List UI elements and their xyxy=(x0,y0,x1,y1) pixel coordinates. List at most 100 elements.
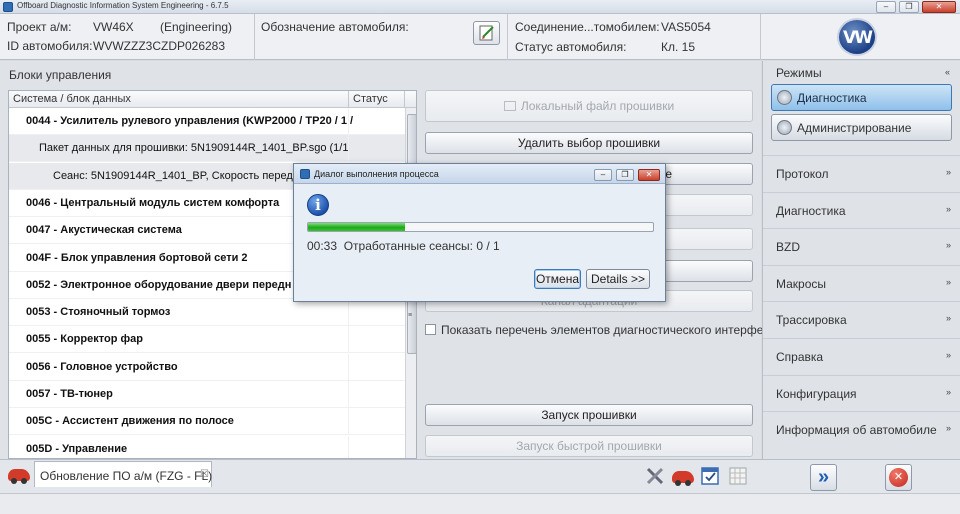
elapsed-time: 00:33 xyxy=(307,239,338,253)
project-label: Проект а/м: xyxy=(7,20,72,34)
sidebar-section[interactable]: Протокол » xyxy=(763,155,960,191)
vehicle-status-value: Кл. 15 xyxy=(661,40,696,54)
edit-designation-button[interactable] xyxy=(473,21,500,45)
vin-value: WVWZZZ3CZDP026283 xyxy=(93,39,226,53)
next-icon: » xyxy=(817,466,830,488)
column-header-status[interactable]: Статус xyxy=(348,91,392,108)
next-button[interactable]: » xyxy=(810,464,837,491)
dialog-title: Диалог выполнения процесса xyxy=(314,169,439,179)
sidebar-section[interactable]: Диагностика » xyxy=(763,191,960,228)
sidebar-section[interactable]: Конфигурация » xyxy=(763,374,960,411)
table-row[interactable]: 0044 - Усилитель рулевого управления (KW… xyxy=(9,108,405,135)
row-status-cell xyxy=(348,135,349,163)
header-designation-cell: Обозначение автомобиля: xyxy=(255,14,508,60)
progress-bar xyxy=(307,222,654,232)
bottom-toolbar: Обновление ПО а/м (FZG - FL) ☒ » ✕ xyxy=(0,459,960,493)
chevron-down-icon: » xyxy=(945,386,951,397)
chevron-down-icon: » xyxy=(945,423,951,434)
sidebar-section-label: Трассировка xyxy=(776,313,847,328)
modes-sidebar: Режимы « Диагностика Администрирование П… xyxy=(762,61,960,459)
sidebar-section-label: Макросы xyxy=(776,276,827,291)
sidebar-section[interactable]: Макросы » xyxy=(763,264,960,301)
restore-button[interactable]: ❐ xyxy=(899,1,919,13)
project-value: VW46X xyxy=(93,20,134,34)
row-status-cell xyxy=(348,108,349,135)
edit-icon xyxy=(479,25,494,41)
modes-collapse-icon[interactable]: « xyxy=(945,67,950,77)
control-units-title: Блоки управления xyxy=(9,68,112,82)
table-row[interactable]: 005C - Ассистент движения по полосе xyxy=(9,408,405,436)
remove-selection-button[interactable]: Удалить выбор прошивки xyxy=(425,132,753,154)
vehicle-icon[interactable] xyxy=(672,471,694,486)
sidebar-section-label: Справка xyxy=(776,350,824,364)
grid-icon[interactable] xyxy=(728,466,748,486)
chevron-down-icon: » xyxy=(945,276,951,287)
chevron-down-icon: » xyxy=(945,167,951,177)
vin-label: ID автомобиля: xyxy=(7,39,93,53)
connection-value: VAS5054 xyxy=(661,20,711,34)
header-connection-cell: Соединение...томобилем: VAS5054 Статус а… xyxy=(508,14,761,60)
close-window-button[interactable]: ✕ xyxy=(922,1,956,13)
table-row[interactable]: 0055 - Корректор фар xyxy=(9,326,405,354)
checklist-icon[interactable] xyxy=(700,466,720,486)
gear-icon xyxy=(777,120,792,135)
table-row[interactable]: 0053 - Стояночный тормоз xyxy=(9,299,405,327)
close-icon: ✕ xyxy=(889,468,908,487)
column-header-system[interactable]: Система / блок данных xyxy=(13,93,131,105)
mode-administration-button[interactable]: Администрирование xyxy=(771,114,952,141)
project-mode: (Engineering) xyxy=(160,20,233,34)
sidebar-section[interactable]: Справка » xyxy=(763,338,960,374)
start-quick-flash-button[interactable]: Запуск быстрой прошивки xyxy=(425,435,753,457)
chevron-down-icon: » xyxy=(945,350,951,360)
dialog-close-button[interactable]: ✕ xyxy=(638,169,660,181)
car-icon[interactable] xyxy=(8,469,30,484)
connection-label: Соединение...томобилем: xyxy=(515,20,660,34)
mode-diagnostics-label: Диагностика xyxy=(797,91,867,105)
table-row[interactable]: Пакет данных для прошивки: 5N1909144R_14… xyxy=(9,135,405,163)
row-status-cell xyxy=(348,326,349,354)
start-flash-button[interactable]: Запуск прошивки xyxy=(425,404,753,426)
tools-icon[interactable] xyxy=(645,466,665,486)
vehicle-header: Проект а/м: VW46X (Engineering) ID автом… xyxy=(0,14,960,60)
tab-close-icon[interactable]: ☒ xyxy=(200,469,209,480)
designation-label: Обозначение автомобиля: xyxy=(261,20,409,34)
dialog-restore-button[interactable]: ❐ xyxy=(616,169,634,181)
scroll-grip-icon: ≡ xyxy=(408,312,413,319)
row-status-cell xyxy=(348,435,349,458)
sidebar-section-label: Конфигурация xyxy=(776,386,857,401)
header-project-cell: Проект а/м: VW46X (Engineering) ID автом… xyxy=(0,14,255,60)
file-icon xyxy=(503,101,516,111)
local-file-button[interactable]: Локальный файл прошивки xyxy=(425,90,753,122)
table-row[interactable]: 0057 - ТВ-тюнер xyxy=(9,381,405,408)
progress-dialog: Диалог выполнения процесса – ❐ ✕ i 00:33… xyxy=(293,163,666,302)
chevron-down-icon: » xyxy=(945,313,951,324)
progress-fill xyxy=(308,223,405,231)
window-titlebar: Offboard Diagnostic Information System E… xyxy=(0,0,960,14)
cancel-button[interactable]: Отмена xyxy=(534,269,581,289)
chevron-down-icon: » xyxy=(945,240,951,251)
table-row[interactable]: 005D - Управление xyxy=(9,435,405,458)
exit-button[interactable]: ✕ xyxy=(885,464,912,491)
local-file-label: Локальный файл прошивки xyxy=(520,99,675,113)
vehicle-status-label: Статус автомобиля: xyxy=(515,40,627,54)
mode-diagnostics-button[interactable]: Диагностика xyxy=(771,84,952,111)
sidebar-section[interactable]: BZD » xyxy=(763,228,960,264)
details-button[interactable]: Details >> xyxy=(586,269,650,289)
dialog-titlebar: Диалог выполнения процесса – ❐ ✕ xyxy=(294,164,665,184)
sidebar-section-label: Информация об автомобиле xyxy=(776,423,937,438)
sidebar-section-label: BZD xyxy=(776,240,800,255)
table-row[interactable]: 0056 - Головное устройство xyxy=(9,353,405,381)
dialog-status: 00:33 Отработанные сеансы: 0 / 1 xyxy=(307,239,500,253)
show-interface-list-checkbox[interactable] xyxy=(425,324,436,335)
row-status-cell xyxy=(348,299,349,327)
vw-logo: VW xyxy=(837,18,877,56)
sidebar-section-label: Протокол xyxy=(776,167,829,181)
dialog-minimize-button[interactable]: – xyxy=(594,169,612,181)
tab-software-update[interactable]: Обновление ПО а/м (FZG - FL) ☒ xyxy=(34,461,212,487)
dialog-app-icon xyxy=(300,169,310,179)
info-icon: i xyxy=(307,194,329,216)
row-status-cell xyxy=(348,353,349,381)
minimize-button[interactable]: – xyxy=(876,1,896,13)
sidebar-section[interactable]: Информация об автомобиле » xyxy=(763,411,960,447)
sidebar-section[interactable]: Трассировка » xyxy=(763,301,960,337)
